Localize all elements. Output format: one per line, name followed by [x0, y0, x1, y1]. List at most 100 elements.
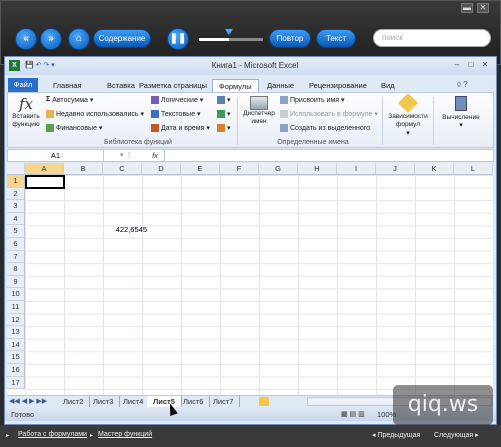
- row-header-4[interactable]: 4: [7, 212, 25, 226]
- more-functions-button[interactable]: ▾: [217, 124, 231, 133]
- close-icon[interactable]: ✕: [479, 60, 491, 70]
- repeat-button[interactable]: Повтор: [269, 29, 311, 48]
- tab-formulas[interactable]: Формулы: [212, 79, 259, 92]
- row-header-13[interactable]: 13: [7, 326, 25, 339]
- sheet-nav-arrows-icon[interactable]: ◀◀ ◀ ▶ ▶▶: [9, 396, 47, 407]
- minimize-icon[interactable]: –: [451, 60, 463, 70]
- insert-function-button[interactable]: fx Вставить функцию: [12, 95, 40, 129]
- book-icon: [151, 124, 159, 133]
- logical-button[interactable]: Логические ▾: [151, 96, 203, 105]
- column-header-h[interactable]: H: [298, 163, 337, 175]
- math-button[interactable]: ▾: [217, 110, 231, 119]
- watermark: qiq.ws: [393, 385, 493, 425]
- quick-access-toolbar[interactable]: 💾 ↶ ↷ ▾: [25, 61, 55, 69]
- row-header-17[interactable]: 17: [7, 376, 25, 390]
- row-header-7[interactable]: 7: [7, 250, 25, 264]
- slider-knob-icon[interactable]: [225, 29, 233, 35]
- cells-area[interactable]: [25, 175, 494, 395]
- tab-data[interactable]: Данные: [261, 79, 300, 92]
- forward-button[interactable]: »: [40, 28, 62, 50]
- tab-home[interactable]: Главная: [47, 79, 88, 92]
- formula-input[interactable]: [164, 150, 484, 161]
- column-header-f[interactable]: F: [220, 163, 259, 175]
- tab-review[interactable]: Рецензирование: [303, 79, 373, 92]
- fx-icon: fx: [18, 95, 33, 113]
- pause-button[interactable]: ❚❚: [167, 28, 189, 50]
- breadcrumb-formulas[interactable]: Работа с формулами: [18, 431, 87, 438]
- bottom-navigation: ▸ Работа с формулами ▸ Мастер функций ◂ …: [0, 425, 501, 447]
- row-header-2[interactable]: 2: [7, 187, 25, 201]
- next-link[interactable]: Следующая ▸: [434, 431, 479, 439]
- text-button[interactable]: Текст: [316, 29, 356, 48]
- row-header-3[interactable]: 3: [7, 200, 25, 213]
- back-button[interactable]: «: [15, 28, 37, 50]
- row-header-15[interactable]: 15: [7, 351, 25, 364]
- column-header-b[interactable]: B: [64, 163, 103, 175]
- theta-icon: [217, 110, 225, 119]
- tab-file[interactable]: Файл: [8, 78, 38, 92]
- lookup-button[interactable]: ▾: [217, 96, 231, 105]
- sheet-tab-3[interactable]: Лист3: [87, 396, 121, 407]
- sheet-tab-2[interactable]: Лист2: [57, 396, 91, 407]
- selected-cell-a1[interactable]: [25, 175, 65, 189]
- column-header-d[interactable]: D: [142, 163, 181, 175]
- minimize-button[interactable]: ▬: [461, 3, 473, 13]
- column-header-j[interactable]: J: [376, 163, 415, 175]
- column-header-l[interactable]: L: [454, 163, 493, 175]
- recent-button[interactable]: Недавно использовались ▾: [46, 110, 144, 119]
- row-header-8[interactable]: 8: [7, 263, 25, 276]
- sheet-tab-7[interactable]: Лист7: [207, 396, 241, 407]
- datetime-button[interactable]: Дата и время ▾: [151, 124, 210, 133]
- name-box-dropdown-icon[interactable]: ▾ ⋮: [120, 150, 132, 161]
- cell-c5[interactable]: 422,6545: [107, 225, 147, 234]
- row-header-14[interactable]: 14: [7, 338, 25, 352]
- select-all-corner[interactable]: [7, 163, 25, 175]
- column-header-a[interactable]: A: [25, 163, 64, 175]
- home-button[interactable]: ⌂: [68, 28, 90, 50]
- breadcrumb-wizard[interactable]: Мастер функций: [98, 431, 152, 438]
- name-box[interactable]: A1: [8, 150, 104, 161]
- tab-view[interactable]: Вид: [375, 79, 401, 92]
- row-header-12[interactable]: 12: [7, 313, 25, 327]
- row-header-9[interactable]: 9: [7, 275, 25, 289]
- name-manager-button[interactable]: Диспетчер имен: [241, 96, 277, 126]
- row-header-11[interactable]: 11: [7, 301, 25, 314]
- create-from-selection-button[interactable]: Создать из выделенного: [280, 124, 370, 132]
- calculation-button[interactable]: Вычисление ▾: [436, 96, 486, 129]
- prev-link[interactable]: ◂ Предыдущая: [372, 431, 420, 439]
- financial-button[interactable]: Финансовые ▾: [46, 124, 102, 133]
- insert-sheet-icon[interactable]: [259, 397, 269, 406]
- column-header-i[interactable]: I: [337, 163, 376, 175]
- column-header-c[interactable]: C: [103, 163, 142, 175]
- use-in-formula-button[interactable]: Использовать в формуле ▾: [280, 110, 378, 119]
- sheet-tab-6[interactable]: Лист6: [177, 396, 211, 407]
- row-header-5[interactable]: 5: [7, 225, 25, 238]
- assign-name-button[interactable]: Присвоить имя ▾: [280, 96, 345, 105]
- help-icon[interactable]: ◊ ?: [457, 80, 468, 89]
- view-buttons-icon[interactable]: ▦ ▤ ▥: [341, 410, 365, 418]
- dependencies-button[interactable]: Зависимости формул ▾: [386, 93, 430, 137]
- text-functions-button[interactable]: Текстовые ▾: [151, 110, 201, 119]
- sheet-tab-4[interactable]: Лист4: [117, 396, 151, 407]
- worksheet-grid[interactable]: ABCDEFGHIJKL 1 2 3 4 5 6 7 8 9 10 11 12 13 14 15 16 17 4…: [7, 163, 494, 395]
- book-icon: [217, 124, 225, 133]
- audit-icon: [398, 93, 418, 113]
- excel-window: X 💾 ↶ ↷ ▾ Книга1 - Microsoft Excel – □ ✕…: [4, 56, 497, 425]
- row-header-6[interactable]: 6: [7, 238, 25, 251]
- column-header-e[interactable]: E: [181, 163, 220, 175]
- column-header-k[interactable]: K: [415, 163, 454, 175]
- chevron-down-icon: ▾: [459, 122, 463, 129]
- maximize-icon[interactable]: □: [465, 60, 477, 70]
- row-header-1[interactable]: 1: [7, 175, 25, 188]
- column-header-g[interactable]: G: [259, 163, 298, 175]
- row-header-16[interactable]: 16: [7, 364, 25, 377]
- tab-page-layout[interactable]: Разметка страницы: [133, 79, 213, 92]
- book-icon: [46, 124, 54, 133]
- insert-function-icon[interactable]: fx: [148, 150, 162, 161]
- bullet-icon: ▸: [6, 433, 10, 439]
- search-input[interactable]: поиск: [373, 29, 491, 47]
- contents-button[interactable]: Содержание: [93, 29, 151, 48]
- autosum-button[interactable]: Σ Автосумма ▾: [46, 96, 93, 104]
- close-button[interactable]: ✕: [477, 3, 489, 13]
- row-header-10[interactable]: 10: [7, 288, 25, 301]
